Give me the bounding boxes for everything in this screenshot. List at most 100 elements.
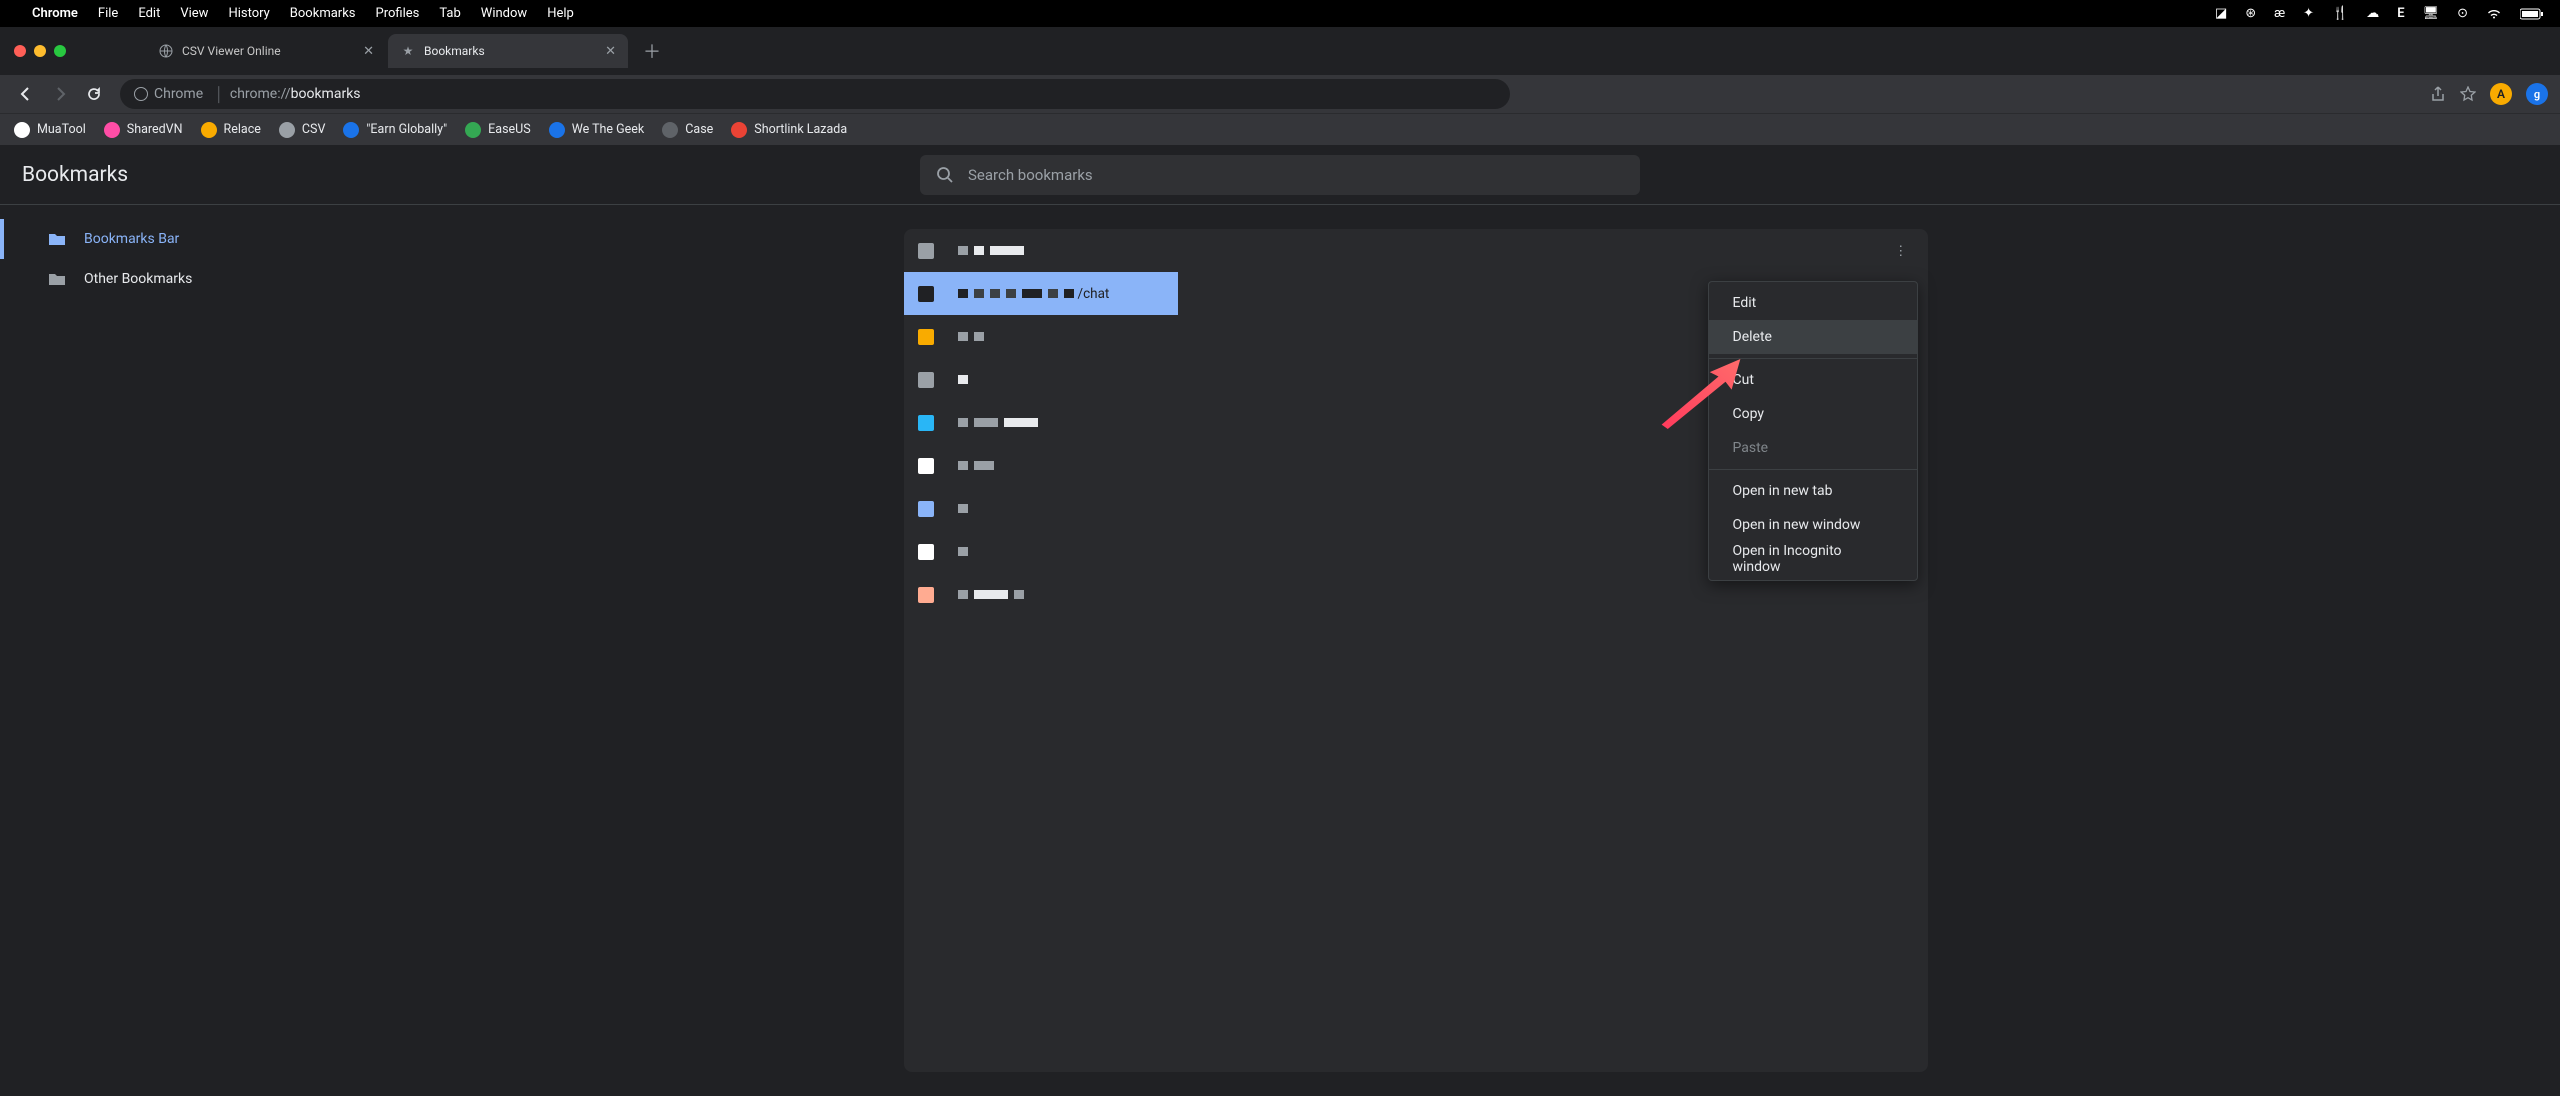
folder-sidebar: Bookmarks Bar Other Bookmarks xyxy=(0,205,295,1096)
bookmark-item[interactable]: CSV xyxy=(279,122,326,138)
context-menu-label: Open in Incognito window xyxy=(1733,543,1893,575)
context-menu-open-new-tab[interactable]: Open in new tab xyxy=(1709,474,1917,508)
menubar-edit[interactable]: Edit xyxy=(138,6,160,21)
favicon-icon xyxy=(918,329,934,345)
bookmark-label: Case xyxy=(685,122,713,137)
bookmarks-list: ⋮ /chat xyxy=(904,229,1928,1072)
status-icon[interactable]: ⊛ xyxy=(2245,6,2256,21)
status-icon[interactable]: 🖥 xyxy=(2423,6,2440,21)
bookmark-label: MuaTool xyxy=(37,122,86,137)
bookmark-item[interactable]: EaseUS xyxy=(465,122,531,138)
sidebar-item-other-bookmarks[interactable]: Other Bookmarks xyxy=(0,259,295,299)
page-header: Bookmarks Search bookmarks xyxy=(0,145,2560,205)
search-placeholder: Search bookmarks xyxy=(968,166,1093,184)
bookmark-suffix: /chat xyxy=(1078,286,1110,302)
window-minimize-button[interactable] xyxy=(34,45,46,57)
tab-csv-viewer[interactable]: CSV Viewer Online ✕ xyxy=(146,34,386,68)
menubar-history[interactable]: History xyxy=(228,6,269,21)
back-button[interactable] xyxy=(12,80,40,108)
bookmark-label: "Earn Globally" xyxy=(366,122,447,137)
favicon-icon xyxy=(279,122,295,138)
menubar-tab[interactable]: Tab xyxy=(439,6,460,21)
bookmark-item[interactable]: Shortlink Lazada xyxy=(731,122,847,138)
menubar-profiles[interactable]: Profiles xyxy=(376,6,420,21)
url-path: bookmarks xyxy=(291,86,361,102)
favicon-icon xyxy=(918,458,934,474)
menubar-help[interactable]: Help xyxy=(547,6,574,21)
context-menu-label: Paste xyxy=(1733,440,1769,456)
bookmark-item[interactable]: SharedVN xyxy=(104,122,183,138)
bookmark-item[interactable]: MuaTool xyxy=(14,122,86,138)
context-menu-paste[interactable]: Paste xyxy=(1709,431,1917,465)
bookmarks-toolbar: MuaTool SharedVN Relace CSV "Earn Global… xyxy=(0,113,2560,145)
battery-icon[interactable] xyxy=(2520,8,2544,20)
list-item[interactable]: /chat xyxy=(904,272,1178,315)
favicon-icon xyxy=(731,122,747,138)
context-menu-separator xyxy=(1709,358,1917,359)
favicon-icon xyxy=(343,122,359,138)
bookmark-item[interactable]: "Earn Globally" xyxy=(343,122,447,138)
status-icon[interactable]: æ xyxy=(2274,6,2285,21)
star-bookmark-icon[interactable] xyxy=(2460,86,2476,102)
chrome-icon xyxy=(134,87,148,101)
context-menu-label: Cut xyxy=(1733,372,1754,388)
cloud-icon[interactable]: ☁ xyxy=(2366,6,2379,21)
star-icon: ★ xyxy=(400,43,416,59)
menubar-view[interactable]: View xyxy=(180,6,208,21)
status-icon[interactable]: ✦ xyxy=(2303,6,2314,21)
list-item[interactable]: ⋮ xyxy=(904,229,1928,272)
context-menu-label: Edit xyxy=(1733,295,1757,311)
menubar-window[interactable]: Window xyxy=(481,6,527,21)
reload-button[interactable] xyxy=(80,80,108,108)
share-icon[interactable] xyxy=(2430,86,2446,102)
window-maximize-button[interactable] xyxy=(54,45,66,57)
context-menu-cut[interactable]: Cut xyxy=(1709,363,1917,397)
tab-title: CSV Viewer Online xyxy=(182,44,351,58)
context-menu-copy[interactable]: Copy xyxy=(1709,397,1917,431)
context-menu-open-new-window[interactable]: Open in new window xyxy=(1709,508,1917,542)
favicon-icon xyxy=(918,415,934,431)
status-icon[interactable]: ⊙ xyxy=(2457,6,2468,21)
menubar-file[interactable]: File xyxy=(98,6,118,21)
window-close-button[interactable] xyxy=(14,45,26,57)
context-menu-delete[interactable]: Delete xyxy=(1709,320,1917,354)
bookmark-label: Relace xyxy=(224,122,261,137)
context-menu-label: Delete xyxy=(1733,329,1772,345)
globe-icon xyxy=(158,43,174,59)
bookmark-item[interactable]: Case xyxy=(662,122,713,138)
bookmark-item[interactable]: Relace xyxy=(201,122,261,138)
close-icon[interactable]: ✕ xyxy=(605,44,616,59)
forward-button[interactable] xyxy=(46,80,74,108)
extension-avatar[interactable]: g xyxy=(2526,83,2548,105)
favicon-icon xyxy=(918,544,934,560)
context-menu-open-incognito[interactable]: Open in Incognito window xyxy=(1709,542,1917,576)
status-icon[interactable]: E xyxy=(2397,6,2404,21)
close-icon[interactable]: ✕ xyxy=(363,44,374,59)
bookmarks-manager: Bookmarks Search bookmarks Bookmarks Bar xyxy=(0,145,2560,1096)
status-icon[interactable]: ◪ xyxy=(2215,6,2227,21)
kebab-menu-icon[interactable]: ⋮ xyxy=(1888,239,1914,263)
sidebar-item-bookmarks-bar[interactable]: Bookmarks Bar xyxy=(0,219,295,259)
chip-label: Chrome xyxy=(154,86,203,102)
wifi-icon[interactable] xyxy=(2486,8,2502,20)
profile-avatar[interactable]: A xyxy=(2490,83,2512,105)
window-controls xyxy=(14,45,66,57)
status-icon[interactable]: 🍴 xyxy=(2332,6,2348,21)
tab-bookmarks[interactable]: ★ Bookmarks ✕ xyxy=(388,34,628,68)
menubar-app-name[interactable]: Chrome xyxy=(32,6,78,21)
context-menu-edit[interactable]: Edit xyxy=(1709,286,1917,320)
favicon-icon xyxy=(918,587,934,603)
tab-strip: CSV Viewer Online ✕ ★ Bookmarks ✕ ＋ xyxy=(0,27,2560,75)
search-input[interactable]: Search bookmarks xyxy=(920,155,1640,195)
bookmark-item[interactable]: We The Geek xyxy=(549,122,645,138)
new-tab-button[interactable]: ＋ xyxy=(638,37,666,65)
bookmark-label: SharedVN xyxy=(127,122,183,137)
favicon-icon xyxy=(662,122,678,138)
menubar-bookmarks[interactable]: Bookmarks xyxy=(290,6,356,21)
folder-icon xyxy=(48,231,66,247)
favicon-icon xyxy=(104,122,120,138)
address-bar[interactable]: Chrome │ chrome://bookmarks xyxy=(120,79,1510,109)
bookmarks-main: ⋮ /chat xyxy=(295,205,2560,1096)
favicon-icon xyxy=(549,122,565,138)
bookmark-label: Shortlink Lazada xyxy=(754,122,847,137)
